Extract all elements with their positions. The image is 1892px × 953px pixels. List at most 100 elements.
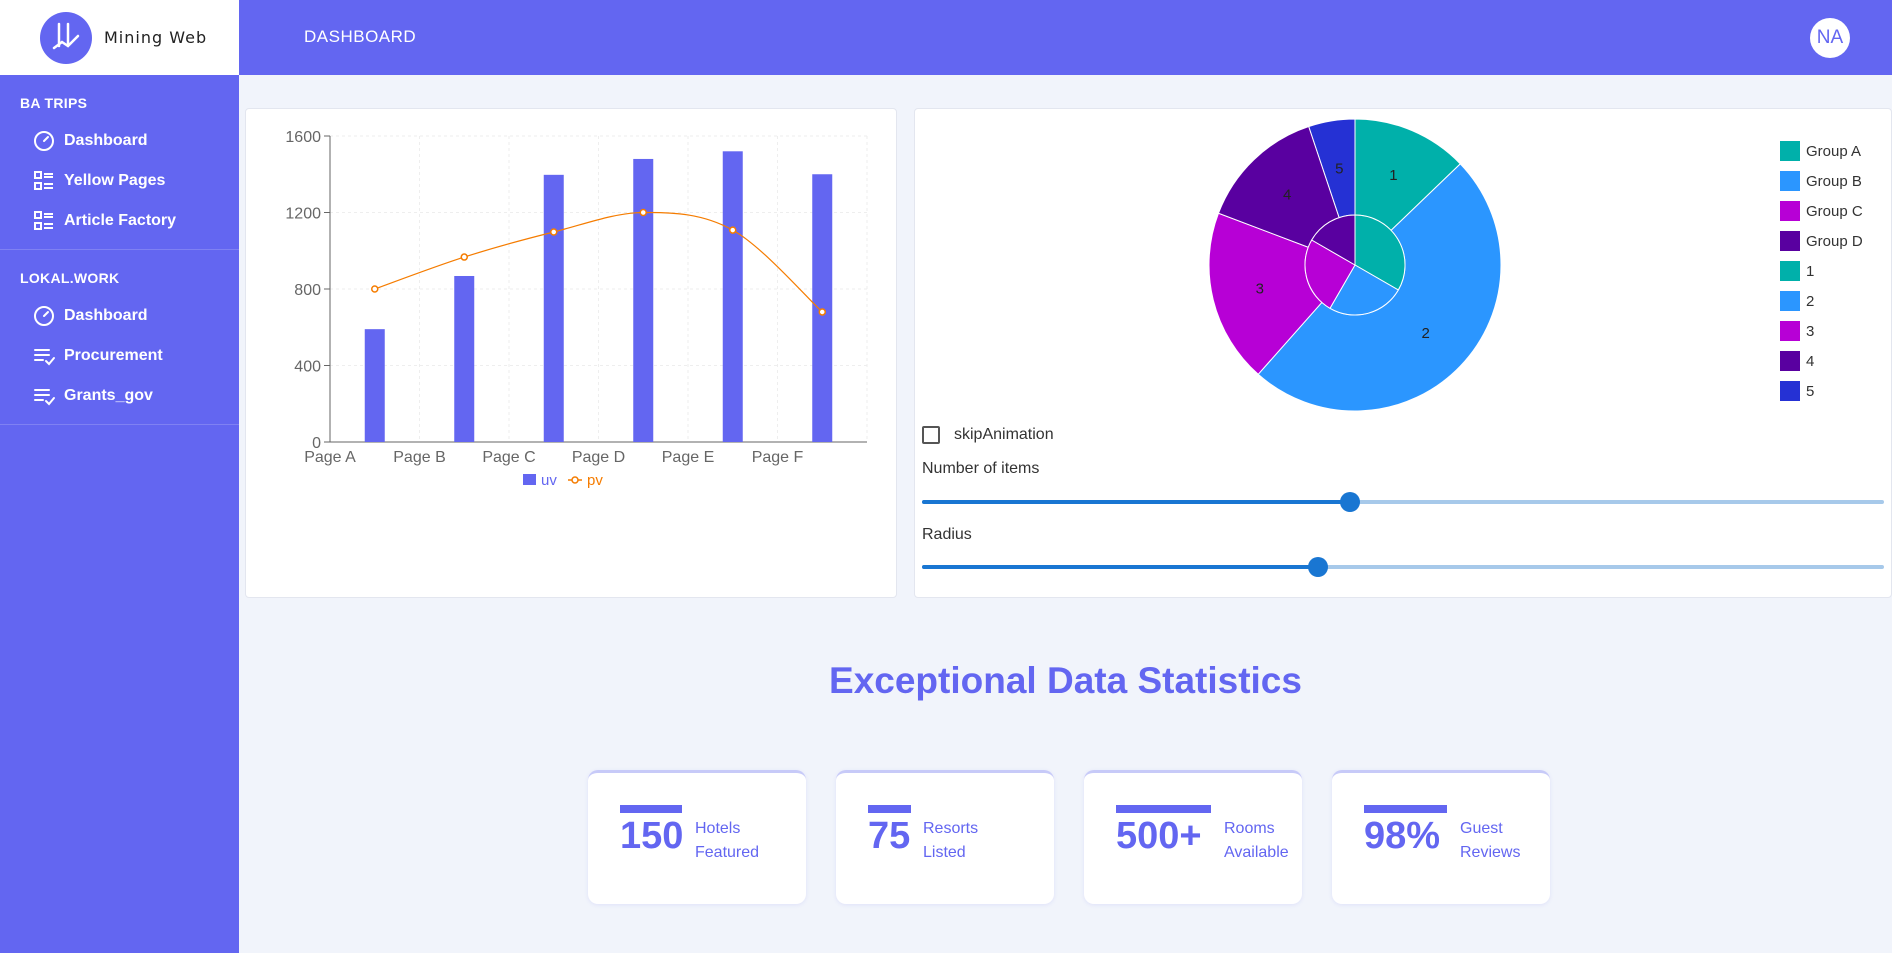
avatar[interactable]: NA [1810, 18, 1850, 58]
items-slider[interactable] [922, 492, 1884, 512]
stat-label-line1: Hotels [695, 820, 741, 837]
legend-label-uv: uv [541, 472, 557, 489]
sidebar-section-title: BA TRIPS [20, 95, 88, 111]
skip-animation-checkbox[interactable] [922, 426, 940, 444]
x-tick-label: Page E [662, 449, 714, 466]
playlist-check-icon [34, 349, 55, 366]
items-slider-thumb[interactable] [1340, 492, 1361, 512]
legend-item: Group C [1780, 196, 1863, 226]
stat-label-line2: Featured [695, 844, 760, 861]
logo-mark-icon [40, 11, 92, 64]
stat-label: Rooms Available [1224, 817, 1289, 865]
stat-card-resorts: 75 Resorts Listed [836, 770, 1054, 904]
legend-label: 2 [1806, 292, 1815, 310]
x-tick-label: Page C [482, 449, 535, 466]
legend-item: 1 [1780, 256, 1863, 286]
radius-slider[interactable] [922, 557, 1884, 577]
x-tick-label: Page A [304, 449, 356, 466]
bar-uv [812, 174, 833, 442]
y-tick-label: 1600 [285, 129, 321, 146]
legend-label: Group D [1806, 232, 1863, 250]
stat-label: Guest Reviews [1460, 817, 1520, 865]
bar-uv [722, 151, 743, 443]
list-grid-icon [34, 171, 53, 190]
legend-label: 1 [1806, 262, 1815, 280]
legend-label: 5 [1806, 382, 1815, 400]
sidebar-item-dashboard[interactable]: Dashboard [0, 121, 239, 161]
radius-slider-label: Radius [922, 526, 972, 543]
speedometer-icon [34, 306, 54, 326]
legend-item: 2 [1780, 286, 1863, 316]
point-pv [818, 308, 826, 316]
legend-swatch [1780, 291, 1800, 311]
app-logo[interactable]: Mining Web [0, 0, 239, 75]
stat-card-hotels: 150 Hotels Featured [588, 770, 806, 904]
stat-accent-bar [1364, 805, 1447, 813]
stat-value: 98% [1364, 815, 1441, 857]
playlist-check-icon [34, 389, 55, 406]
stat-value: 150 [620, 815, 684, 857]
stat-label-line2: Listed [923, 844, 966, 861]
legend-swatch [1780, 141, 1800, 161]
x-tick-label: Page D [572, 449, 625, 466]
stats-title: Exceptional Data Statistics [829, 660, 1302, 701]
stat-value: 500+ [1116, 815, 1202, 857]
y-tick-label: 800 [294, 282, 321, 299]
point-pv [371, 285, 379, 293]
sidebar-item-label: Yellow Pages [64, 172, 166, 189]
sidebar-item-label: Procurement [64, 347, 163, 364]
speedometer-icon [34, 131, 54, 151]
legend-label: Group C [1806, 202, 1863, 220]
stat-accent-bar [620, 805, 682, 813]
legend-item: Group B [1780, 166, 1863, 196]
legend-swatch [1780, 381, 1800, 401]
stat-label: Hotels Featured [695, 817, 759, 865]
legend-label: 4 [1806, 352, 1815, 370]
legend-label: Group A [1806, 142, 1862, 160]
sidebar-item-procurement[interactable]: Procurement [0, 336, 239, 376]
pie-slice-label: 3 [1256, 280, 1264, 297]
stat-value: 75 [868, 815, 911, 857]
sidebar-section-ba-trips: BA TRIPS Dashboard Yellow Pages Article … [0, 75, 239, 250]
bar-uv [543, 174, 564, 442]
point-pv [639, 208, 647, 217]
y-tick-label: 400 [294, 359, 321, 376]
legend-label: 3 [1806, 322, 1815, 340]
sidebar-item-yellow-pages[interactable]: Yellow Pages [0, 161, 239, 201]
legend-swatch [1780, 321, 1800, 341]
top-header: DASHBOARD NA [239, 0, 1892, 75]
point-pv [460, 253, 468, 261]
skip-animation-control[interactable]: skipAnimation [922, 426, 1054, 444]
page-title: DASHBOARD [304, 27, 417, 46]
legend-swatch [1780, 171, 1800, 191]
items-slider-fill [922, 500, 1351, 504]
x-tick-label: Page B [393, 449, 445, 466]
stat-label-line2: Available [1224, 844, 1289, 861]
legend-item: Group A [1780, 136, 1863, 166]
sidebar-item-label: Grants_gov [64, 387, 153, 404]
stat-label-line1: Guest [1460, 820, 1503, 837]
sidebar-item-dashboard-2[interactable]: Dashboard [0, 296, 239, 336]
sidebar-item-grants-gov[interactable]: Grants_gov [0, 376, 239, 416]
sidebar-item-label: Dashboard [64, 132, 148, 149]
point-pv [729, 226, 737, 234]
bar-uv [364, 329, 385, 442]
stat-label-line1: Rooms [1224, 820, 1275, 837]
legend-label-pv: pv [587, 472, 603, 489]
app-name: Mining Web [104, 28, 208, 47]
stat-label: Resorts Listed [923, 817, 978, 865]
pie-chart: 1 2 3 4 5 [1208, 118, 1502, 412]
sidebar-section-title: LOKAL.WORK [20, 270, 120, 286]
sidebar-item-article-factory[interactable]: Article Factory [0, 201, 239, 241]
items-slider-label: Number of items [922, 460, 1040, 477]
stat-card-rooms: 500+ Rooms Available [1084, 770, 1302, 904]
legend-swatch [1780, 261, 1800, 281]
stat-card-reviews: 98% Guest Reviews [1332, 770, 1550, 904]
legend-swatch-uv [523, 474, 536, 485]
point-pv [550, 228, 558, 236]
stat-label-line2: Reviews [1460, 844, 1521, 861]
x-tick-label: Page F [752, 449, 804, 466]
stat-accent-bar [1116, 805, 1211, 813]
legend-item: 4 [1780, 346, 1863, 376]
legend-swatch [1780, 351, 1800, 371]
